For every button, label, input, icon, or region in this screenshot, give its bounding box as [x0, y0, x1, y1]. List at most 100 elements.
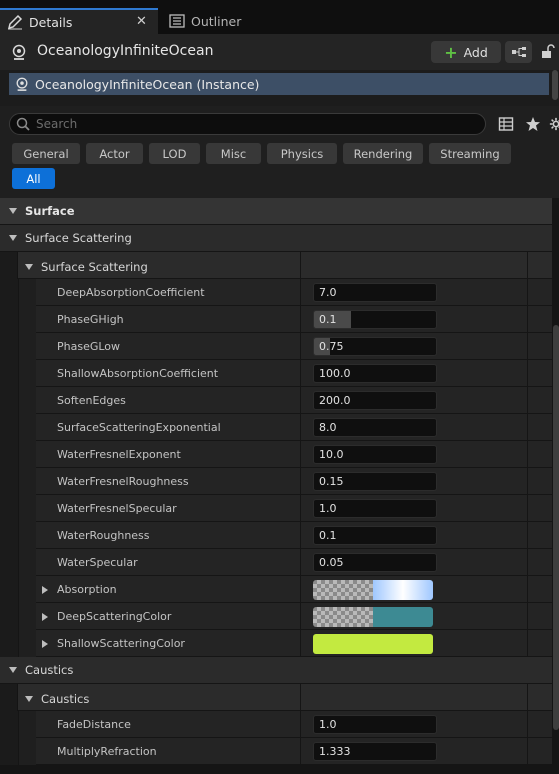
- value-field[interactable]: 8.0: [313, 418, 437, 437]
- alpha-checker: [313, 607, 373, 627]
- property-row: DeepAbsorptionCoefficient 7.0: [0, 279, 552, 306]
- color-solid: [373, 607, 433, 627]
- section-caustics[interactable]: Caustics: [0, 657, 552, 684]
- plus-icon: +: [444, 42, 458, 62]
- column-divider[interactable]: [300, 387, 301, 414]
- color-swatch[interactable]: [313, 634, 433, 654]
- component-scrollbar[interactable]: [552, 70, 558, 100]
- section-surface-label: Surface: [25, 204, 75, 218]
- column-divider[interactable]: [300, 522, 301, 549]
- search-input[interactable]: [36, 117, 456, 131]
- column-divider[interactable]: [300, 360, 301, 387]
- column-divider[interactable]: [300, 711, 301, 738]
- subsection-caustics[interactable]: Caustics: [0, 684, 552, 711]
- value-field[interactable]: 100.0: [313, 364, 437, 383]
- filter-rendering[interactable]: Rendering: [343, 143, 423, 164]
- column-divider[interactable]: [300, 333, 301, 360]
- column-divider[interactable]: [300, 279, 301, 306]
- value-field[interactable]: 0.05: [313, 553, 437, 572]
- table-view-icon[interactable]: [498, 116, 514, 132]
- tab-details[interactable]: Details ✕: [0, 8, 158, 34]
- actor-name: OceanologyInfiniteOcean: [37, 43, 214, 59]
- value-field[interactable]: 200.0: [313, 391, 437, 410]
- filter-actor[interactable]: Actor: [86, 143, 143, 164]
- value-text: 1.333: [319, 745, 351, 758]
- column-divider-right: [527, 387, 528, 414]
- filter-all[interactable]: All: [12, 168, 55, 189]
- column-divider-right: [527, 495, 528, 522]
- column-divider[interactable]: [300, 549, 301, 576]
- value-text: 7.0: [319, 286, 337, 299]
- property-label: SoftenEdges: [57, 394, 126, 407]
- subsection-surface-scattering[interactable]: Surface Scattering: [0, 252, 552, 279]
- section-surface[interactable]: Surface: [0, 198, 552, 225]
- column-divider[interactable]: [300, 252, 301, 279]
- column-divider[interactable]: [300, 576, 301, 603]
- value-text: 0.1: [319, 529, 337, 542]
- subsection-surface-scattering-label: Surface Scattering: [41, 260, 148, 274]
- value-field[interactable]: 1.0: [313, 499, 437, 518]
- column-divider[interactable]: [300, 738, 301, 765]
- collapse-arrow-icon: [9, 235, 17, 241]
- column-divider[interactable]: [300, 495, 301, 522]
- filter-general[interactable]: General: [12, 143, 80, 164]
- collapse-arrow-icon: [9, 208, 17, 214]
- filter-streaming[interactable]: Streaming: [429, 143, 511, 164]
- indent-gutter: [18, 522, 36, 549]
- value-field[interactable]: 1.333: [313, 742, 437, 761]
- property-label: DeepAbsorptionCoefficient: [57, 286, 205, 299]
- indent-gutter: [18, 603, 36, 630]
- indent-gutter: [18, 441, 36, 468]
- column-divider[interactable]: [300, 684, 301, 711]
- column-divider-right: [527, 468, 528, 495]
- details-scrollbar[interactable]: [553, 325, 559, 730]
- property-label: WaterFresnelRoughness: [57, 475, 189, 488]
- star-icon[interactable]: [525, 116, 541, 132]
- property-label: FadeDistance: [57, 718, 131, 731]
- close-icon[interactable]: ✕: [136, 14, 147, 29]
- column-divider[interactable]: [300, 603, 301, 630]
- column-divider-right: [527, 549, 528, 576]
- column-divider[interactable]: [300, 468, 301, 495]
- expand-arrow-icon[interactable]: [42, 640, 48, 648]
- filter-lod[interactable]: LOD: [149, 143, 200, 164]
- filter-physics[interactable]: Physics: [267, 143, 337, 164]
- property-row: WaterRoughness 0.1: [0, 522, 552, 549]
- value-text: 1.0: [319, 502, 337, 515]
- actor-icon: [11, 44, 27, 60]
- gear-icon[interactable]: [549, 116, 559, 132]
- column-divider-right: [527, 414, 528, 441]
- indent-gutter: [18, 495, 36, 522]
- column-divider[interactable]: [300, 441, 301, 468]
- color-swatch[interactable]: [313, 607, 433, 627]
- value-field[interactable]: 0.1: [313, 310, 437, 329]
- blueprint-button[interactable]: [505, 41, 532, 63]
- property-row: SoftenEdges 200.0: [0, 387, 552, 414]
- column-divider[interactable]: [300, 630, 301, 657]
- indent-gutter: [18, 306, 36, 333]
- value-text: 1.0: [319, 718, 337, 731]
- tab-outliner[interactable]: Outliner: [162, 8, 312, 34]
- value-field[interactable]: 1.0: [313, 715, 437, 734]
- value-field[interactable]: 0.1: [313, 526, 437, 545]
- lock-icon[interactable]: [541, 44, 555, 63]
- color-swatch[interactable]: [313, 580, 433, 600]
- section-surface-scattering[interactable]: Surface Scattering: [0, 225, 552, 252]
- column-divider-right: [527, 252, 528, 279]
- filter-misc[interactable]: Misc: [206, 143, 261, 164]
- add-component-button[interactable]: + Add: [431, 41, 501, 63]
- value-field[interactable]: 0.75: [313, 337, 437, 356]
- value-field[interactable]: 7.0: [313, 283, 437, 302]
- property-label: ShallowScatteringColor: [57, 637, 185, 650]
- value-field[interactable]: 0.15: [313, 472, 437, 491]
- value-text: 0.05: [319, 556, 344, 569]
- column-divider[interactable]: [300, 414, 301, 441]
- property-row: WaterFresnelSpecular 1.0: [0, 495, 552, 522]
- column-divider[interactable]: [300, 306, 301, 333]
- component-row-instance[interactable]: OceanologyInfiniteOcean (Instance): [9, 73, 549, 95]
- value-field[interactable]: 10.0: [313, 445, 437, 464]
- expand-arrow-icon[interactable]: [42, 586, 48, 594]
- value-text: 8.0: [319, 421, 337, 434]
- expand-arrow-icon[interactable]: [42, 613, 48, 621]
- alpha-checker: [313, 580, 373, 600]
